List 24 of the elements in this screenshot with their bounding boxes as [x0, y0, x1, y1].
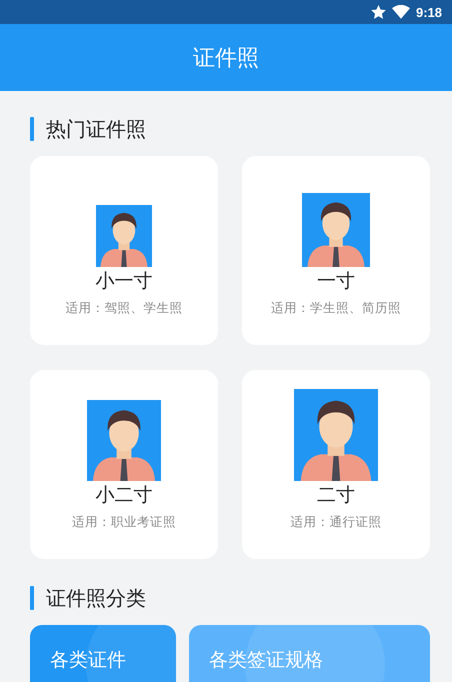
category-title: 各类签证规格 [209, 649, 323, 671]
size-usage: 适用：职业考证照 [72, 514, 176, 531]
section-title: 证件照分类 [46, 584, 146, 612]
wifi-icon [392, 5, 410, 19]
section-title: 热门证件照 [46, 116, 146, 142]
star-icon [370, 5, 386, 19]
category-title: 各类证件 [50, 649, 126, 671]
clock-time: 9:18 [416, 4, 442, 20]
size-usage: 适用：学生照、简历照 [271, 300, 401, 317]
size-usage: 适用：驾照、学生照 [66, 300, 182, 317]
size-name: 小二寸 [96, 483, 152, 508]
photo-size-card[interactable]: 一寸 适用：学生照、简历照 [242, 156, 430, 345]
size-name: 小一寸 [96, 269, 152, 294]
photo-size-card[interactable]: 小一寸 适用：驾照、学生照 [30, 156, 218, 345]
id-photo-icon [87, 400, 161, 481]
id-photo-icon [96, 205, 152, 267]
id-photo-icon [294, 389, 378, 481]
size-usage: 适用：通行证照 [290, 514, 382, 531]
photo-size-card[interactable]: 二寸 适用：通行证照 [242, 370, 430, 559]
app-title: 证件照 [193, 44, 259, 72]
size-name: 二寸 [317, 483, 355, 508]
size-name: 一寸 [317, 269, 355, 294]
photo-size-card[interactable]: 小二寸 适用：职业考证照 [30, 370, 218, 559]
id-photo-icon [302, 193, 370, 267]
